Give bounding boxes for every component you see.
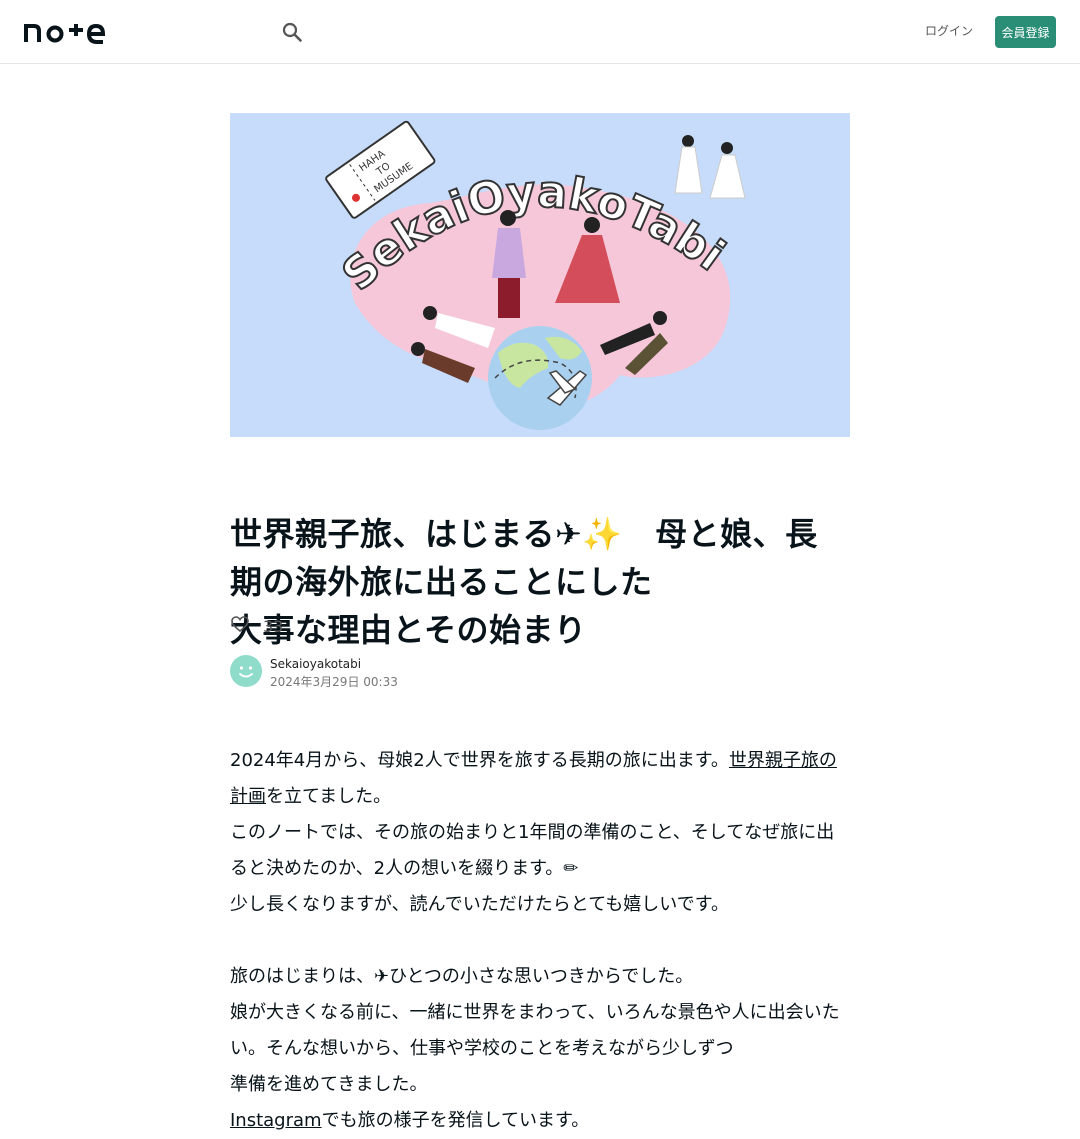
like-count: 33	[263, 616, 284, 636]
note-logo[interactable]	[24, 20, 124, 48]
paragraph-6: Instagramでも旅の様子を発信しています。	[230, 1110, 590, 1131]
like-area: 33	[230, 614, 283, 638]
paragraph-1: 2024年4月から、母娘2人で世界を旅する長期の旅に出ます。世界親子旅の計画を立…	[230, 750, 837, 807]
paragraph-4: 旅のはじまりは、✈︎ひとつの小さな思いつきからでした。	[230, 966, 694, 987]
search-icon[interactable]	[282, 22, 302, 42]
login-link[interactable]: ログイン	[924, 22, 974, 39]
paragraph-3: 少し長くなりますが、読んでいただけたらとても嬉しいです。	[230, 894, 729, 915]
avatar[interactable]	[230, 655, 262, 691]
author-name[interactable]: Sekaioyakotabi	[270, 655, 398, 673]
hero-image: HAHA TO MUSUME SekaiOyakoTabi	[230, 113, 850, 437]
instagram-link[interactable]: Instagram	[230, 1110, 322, 1131]
article-title: 世界親子旅、はじまる✈︎✨ 母と娘、長期の海外旅に出ることにした 大事な理由とそ…	[230, 510, 850, 654]
article-title-line1: 世界親子旅、はじまる✈︎✨ 母と娘、長期の海外旅に出ることにした	[230, 515, 818, 601]
global-header: ログイン 会員登録	[0, 0, 1080, 64]
publish-date: 2024年3月29日 00:33	[270, 675, 398, 689]
paragraph-5: 娘が大きくなる前に、一緒に世界をまわって、いろんな景色や人に出会いたい。そんな想…	[230, 1002, 840, 1095]
heart-icon[interactable]	[230, 614, 250, 638]
article-title-line2: 大事な理由とその始まり	[230, 611, 587, 649]
signup-button[interactable]: 会員登録	[995, 16, 1056, 48]
author-info: Sekaioyakotabi 2024年3月29日 00:33	[230, 655, 398, 691]
article-body: 2024年4月から、母娘2人で世界を旅する長期の旅に出ます。世界親子旅の計画を立…	[230, 743, 850, 1139]
paragraph-2: このノートでは、その旅の始まりと1年間の準備のこと、そしてなぜ旅に出ると決めたの…	[230, 822, 835, 879]
